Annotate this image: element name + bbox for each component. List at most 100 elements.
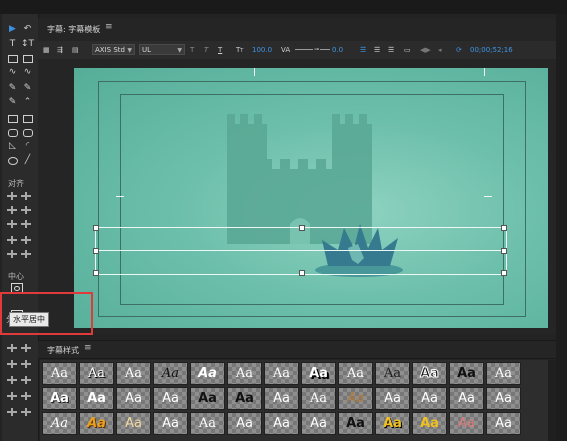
text-object-bounding-box[interactable] [93, 225, 507, 276]
convert-anchor-tool-icon[interactable]: ⌃ [21, 97, 34, 108]
style-swatch[interactable]: Aa [264, 362, 299, 385]
style-swatch[interactable]: Aa [338, 362, 373, 385]
sync-icon[interactable]: ⟳ [456, 44, 462, 56]
distribute-10-icon[interactable] [20, 408, 32, 416]
style-swatch[interactable]: Aa [486, 412, 521, 435]
style-swatch[interactable]: Aa [449, 412, 484, 435]
style-swatch[interactable]: Aa [412, 412, 447, 435]
tab-stops-icon[interactable]: ▭ [404, 44, 411, 56]
resize-handle[interactable] [93, 270, 99, 276]
style-swatch[interactable]: Aa [375, 387, 410, 410]
align-middle-icon[interactable] [6, 220, 18, 228]
style-swatch[interactable]: Aa [153, 362, 188, 385]
distribute-7-icon[interactable] [6, 392, 18, 400]
resize-handle[interactable] [299, 225, 305, 231]
style-swatch[interactable]: Aa [116, 412, 151, 435]
align-extra-1-icon[interactable] [6, 236, 18, 244]
style-swatch[interactable]: Aa [486, 362, 521, 385]
font-style-select[interactable]: UL ▼ [139, 44, 185, 55]
resize-handle[interactable] [501, 248, 507, 254]
align-bottom-icon[interactable] [20, 220, 32, 228]
font-family-select[interactable]: AXIS Std ▼ [92, 44, 135, 55]
title-panel-tab-label[interactable]: 字幕: 字幕模板 [47, 24, 100, 35]
style-swatch[interactable]: Aa [116, 387, 151, 410]
distribute-6-icon[interactable] [20, 376, 32, 384]
background-video-icon[interactable]: ◀▶ [420, 44, 431, 56]
distribute-5-icon[interactable] [6, 376, 18, 384]
style-swatch[interactable]: Aa [42, 362, 77, 385]
distribute-4-icon[interactable] [20, 360, 32, 368]
line-tool-icon[interactable]: ╱ [21, 155, 34, 166]
font-size-value[interactable]: 100.0 [252, 44, 272, 56]
style-swatch[interactable]: Aa [42, 387, 77, 410]
vertical-area-type-tool-icon[interactable] [21, 53, 34, 64]
delete-anchor-tool-icon[interactable]: ✎ [21, 83, 34, 94]
style-swatch[interactable]: Aa [301, 362, 336, 385]
style-swatch[interactable]: Aa [79, 362, 114, 385]
rotation-tool-icon[interactable]: ↶ [21, 24, 34, 35]
title-panel-menu-icon[interactable]: ≡ [105, 22, 113, 32]
align-center-text-icon[interactable]: ☰ [374, 44, 380, 56]
ellipse-tool-icon[interactable] [6, 155, 19, 166]
style-swatch[interactable]: Aa [412, 387, 447, 410]
style-swatch[interactable]: Aa [227, 412, 262, 435]
roll-crawl-options-icon[interactable]: ⇶ [57, 44, 63, 56]
style-swatch[interactable]: Aa [79, 412, 114, 435]
rectangle-tool-icon[interactable] [6, 113, 19, 124]
kerning-value[interactable]: 0.0 [332, 44, 343, 56]
align-extra-2-icon[interactable] [20, 236, 32, 244]
style-swatch[interactable]: Aa [486, 387, 521, 410]
distribute-8-icon[interactable] [20, 392, 32, 400]
style-swatch[interactable]: Aa [42, 412, 77, 435]
add-anchor-tool-icon[interactable]: ✎ [6, 97, 19, 108]
vertical-type-tool-icon[interactable]: ↕T [21, 39, 34, 50]
align-center-icon[interactable] [20, 192, 32, 200]
style-swatch[interactable]: Aa [227, 362, 262, 385]
align-right-text-icon[interactable]: ☰ [388, 44, 394, 56]
style-swatch[interactable]: Aa [449, 387, 484, 410]
align-top-icon[interactable] [20, 206, 32, 214]
prev-frame-icon[interactable]: ◂ [438, 44, 442, 56]
timecode-value[interactable]: 00;00;52;16 [470, 44, 513, 56]
style-swatch[interactable]: Aa [153, 412, 188, 435]
resize-handle[interactable] [501, 270, 507, 276]
style-swatch[interactable]: Aa [264, 387, 299, 410]
style-swatch[interactable]: Aa [338, 387, 373, 410]
style-swatch[interactable]: Aa [338, 412, 373, 435]
title-canvas[interactable] [74, 68, 548, 328]
style-swatch[interactable]: Aa [190, 412, 225, 435]
align-extra-3-icon[interactable] [6, 250, 18, 258]
rounded-rectangle-tool-icon[interactable] [6, 127, 19, 138]
rounded-corner-rectangle-tool-icon[interactable] [21, 127, 34, 138]
align-right-icon[interactable] [6, 206, 18, 214]
style-swatch[interactable]: Aa [375, 362, 410, 385]
vertical-path-type-tool-icon[interactable]: ∿ [21, 67, 34, 78]
style-swatch[interactable]: Aa [264, 412, 299, 435]
align-left-text-icon[interactable]: ☰ [360, 44, 366, 56]
style-swatch[interactable]: Aa [301, 412, 336, 435]
resize-handle[interactable] [501, 225, 507, 231]
style-swatch[interactable]: Aa [153, 387, 188, 410]
italic-button[interactable]: T [204, 44, 208, 56]
clipped-rectangle-tool-icon[interactable] [21, 113, 34, 124]
pen-tool-icon[interactable]: ✎ [6, 83, 19, 94]
styles-scrollbar[interactable] [548, 360, 556, 441]
distribute-2-icon[interactable] [20, 344, 32, 352]
style-swatch[interactable]: Aa [190, 387, 225, 410]
area-type-tool-icon[interactable] [6, 53, 19, 64]
align-left-icon[interactable] [6, 192, 18, 200]
distribute-3-icon[interactable] [6, 360, 18, 368]
style-swatch[interactable]: Aa [375, 412, 410, 435]
resize-handle[interactable] [299, 270, 305, 276]
distribute-1-icon[interactable] [6, 344, 18, 352]
template-icon[interactable]: ▤ [72, 44, 79, 56]
type-tool-icon[interactable]: T [6, 39, 19, 50]
underline-button[interactable]: T [218, 44, 222, 56]
path-type-tool-icon[interactable]: ∿ [6, 67, 19, 78]
resize-handle[interactable] [93, 225, 99, 231]
title-styles-label[interactable]: 字幕样式 [47, 345, 79, 356]
wedge-tool-icon[interactable]: ◺ [6, 141, 19, 152]
style-swatch[interactable]: Aa [412, 362, 447, 385]
arc-tool-icon[interactable]: ◜ [21, 141, 34, 152]
style-swatch[interactable]: Aa [116, 362, 151, 385]
